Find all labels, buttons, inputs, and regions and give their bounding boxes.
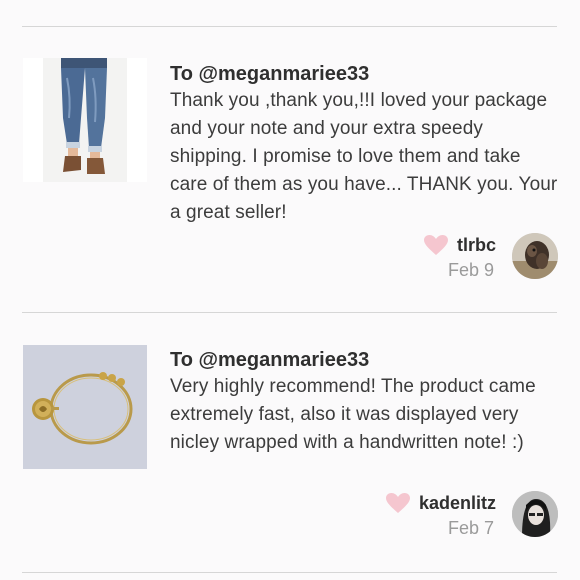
dog-avatar-icon <box>512 233 558 279</box>
reviewer-row: kadenlitz <box>385 489 496 517</box>
product-thumbnail-jeans[interactable] <box>23 58 147 182</box>
review-date: Feb 9 <box>447 260 494 280</box>
review-card: To @meganmariee33 Thank you ,thank you,!… <box>0 0 580 312</box>
bracelet-photo-icon <box>23 345 147 469</box>
review-text: Thank you ,thank you,!!I loved your pack… <box>170 90 558 223</box>
bottom-divider <box>22 572 557 573</box>
reviewer-avatar[interactable] <box>512 491 558 537</box>
person-avatar-icon <box>512 491 558 537</box>
jeans-photo-icon <box>23 58 147 182</box>
review-date: Feb 7 <box>447 518 494 538</box>
review-recipient[interactable]: To @meganmariee33 <box>170 60 560 88</box>
reviewer-avatar[interactable] <box>512 233 558 279</box>
heart-icon[interactable] <box>423 234 449 256</box>
review-card: To @meganmariee33 Very highly recommend!… <box>0 312 580 580</box>
product-thumbnail-bracelet[interactable] <box>23 345 147 469</box>
reviewer-row: tlrbc <box>423 231 496 259</box>
reviewer-username[interactable]: kadenlitz <box>419 493 496 514</box>
heart-icon[interactable] <box>385 492 411 514</box>
review-recipient[interactable]: To @meganmariee33 <box>170 346 560 374</box>
review-text: Very highly recommend! The product came … <box>170 376 536 453</box>
reviewer-username[interactable]: tlrbc <box>457 235 496 256</box>
